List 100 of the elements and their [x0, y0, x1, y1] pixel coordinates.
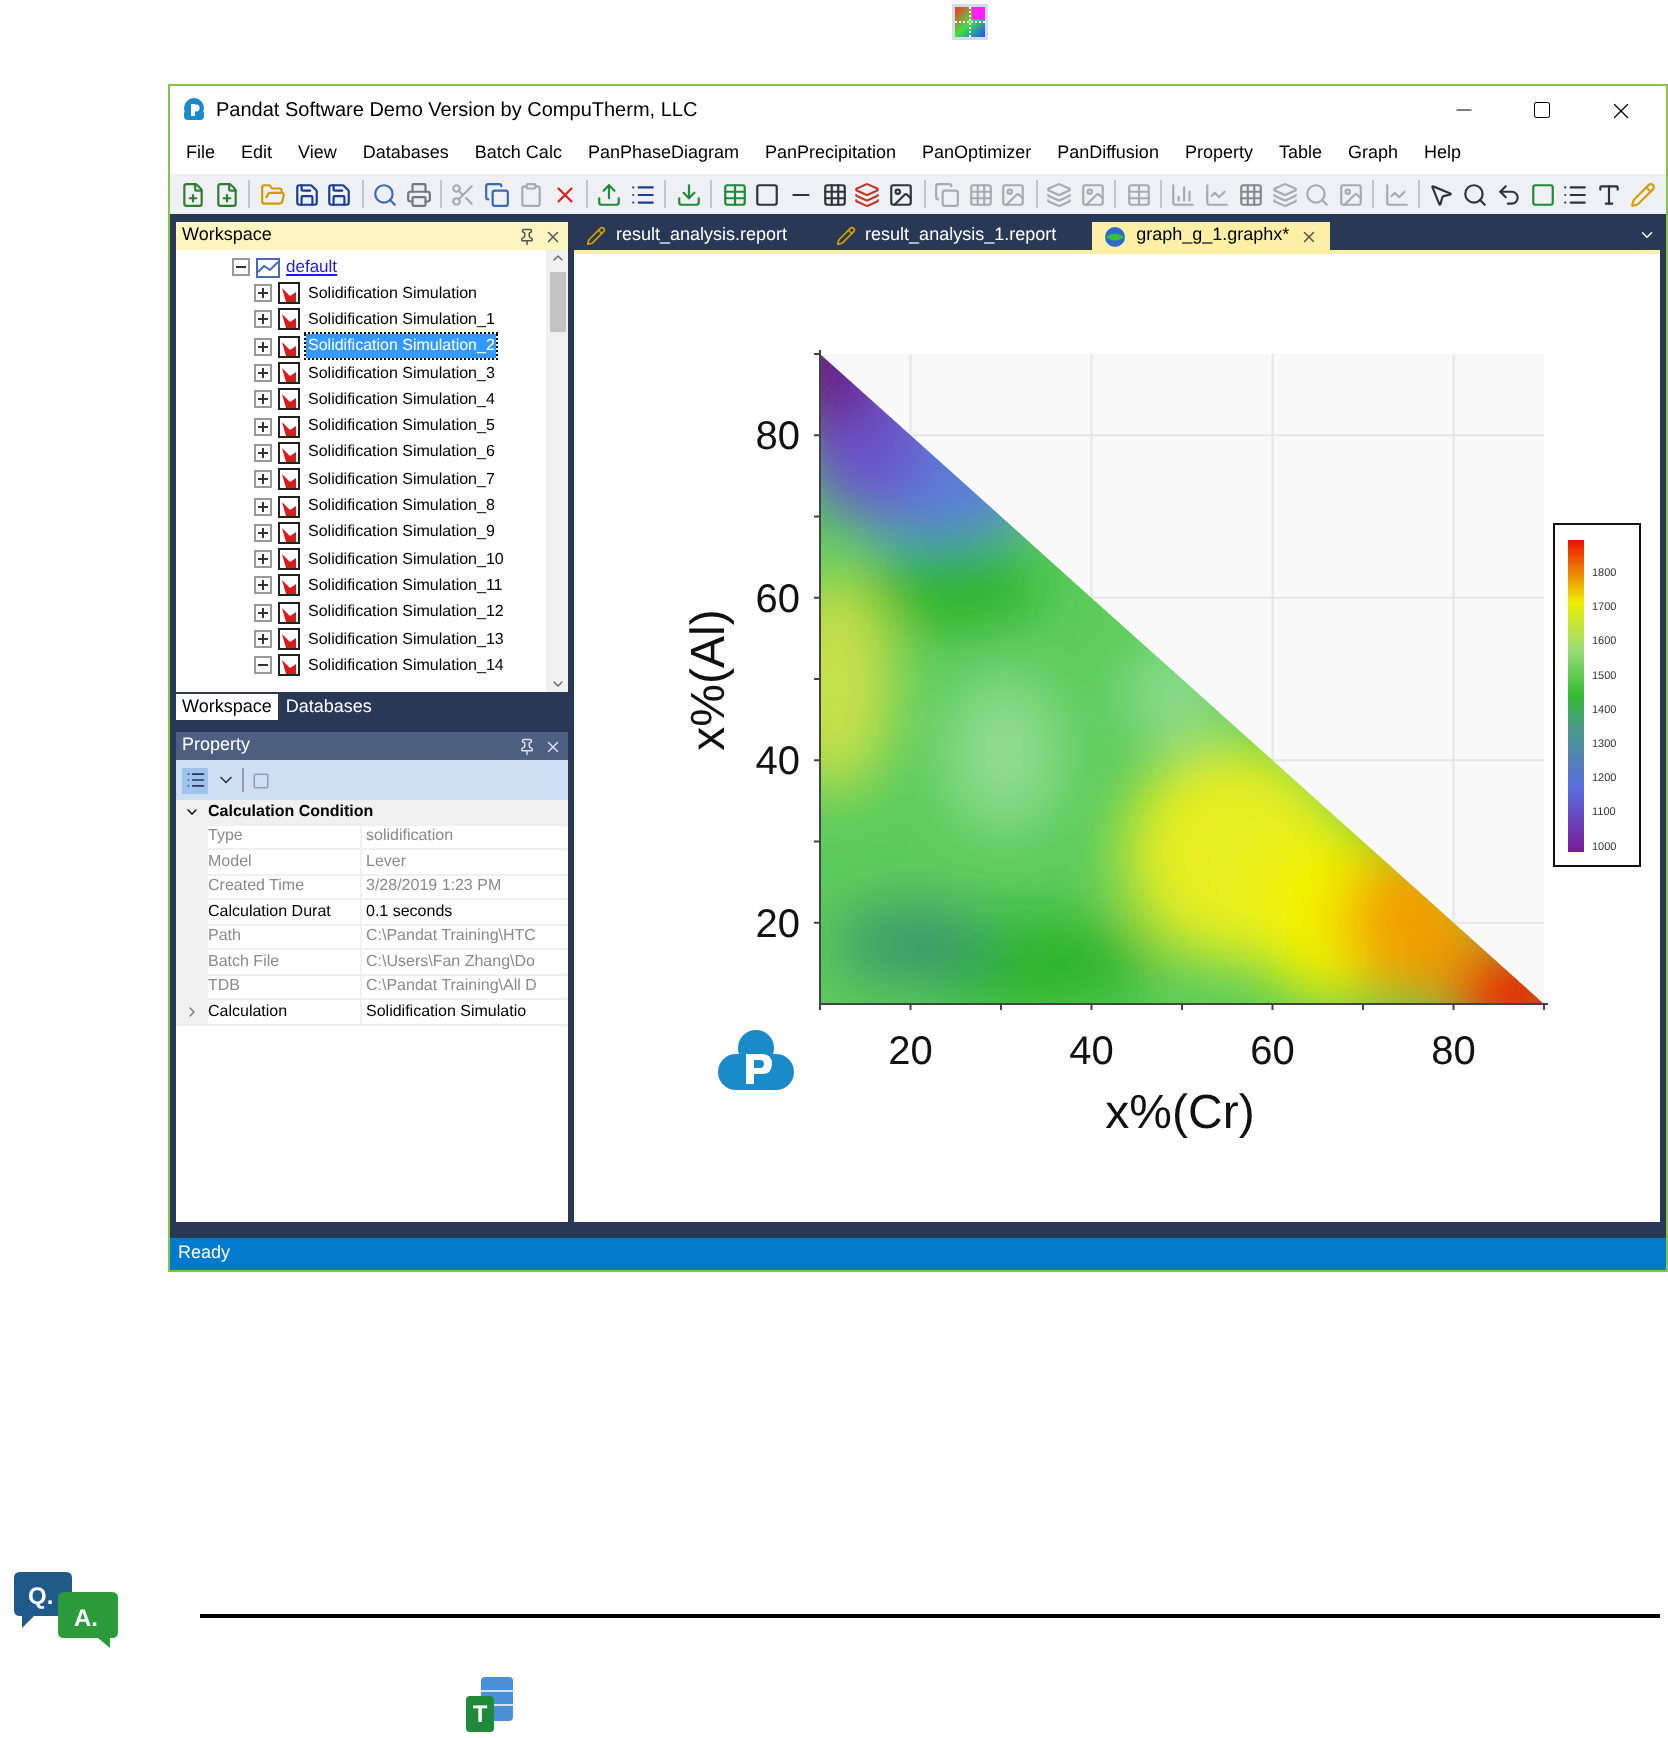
layers-icon[interactable]: [852, 178, 884, 210]
collapse-icon[interactable]: [232, 258, 250, 276]
simulation-icon: [278, 335, 300, 358]
expand-icon[interactable]: [254, 443, 272, 462]
dropdown-icon[interactable]: [1638, 226, 1656, 244]
tree-item[interactable]: Solidification Simulation: [306, 281, 479, 306]
property-name: Type: [208, 825, 362, 850]
save-icon[interactable]: [323, 178, 356, 210]
tree-item[interactable]: Solidification Simulation_8: [306, 494, 497, 519]
menu-item[interactable]: Edit: [241, 140, 273, 168]
property-value: 3/28/2019 1:23 PM: [362, 875, 568, 900]
square-icon[interactable]: [751, 178, 784, 210]
menu-item[interactable]: Databases: [362, 140, 449, 168]
pin-icon[interactable]: [518, 227, 536, 245]
tree-item[interactable]: Solidification Simulation_14: [306, 653, 506, 678]
menu-item[interactable]: Graph: [1347, 140, 1398, 168]
expand-icon[interactable]: [254, 310, 272, 329]
maximize-icon[interactable]: [1532, 100, 1552, 120]
menu-item[interactable]: PanPhaseDiagram: [587, 140, 739, 168]
expand-icon[interactable]: [254, 576, 272, 595]
search-icon[interactable]: [369, 178, 401, 210]
expand-icon[interactable]: [254, 390, 272, 409]
tree-item[interactable]: Solidification Simulation_9: [306, 520, 497, 545]
document-tab[interactable]: result_analysis_1.report: [823, 222, 1069, 250]
image-icon[interactable]: [885, 178, 918, 210]
collapse-icon[interactable]: [254, 656, 272, 675]
property-value: Solidification Simulatio: [362, 1000, 568, 1025]
simulation-icon: [278, 308, 300, 331]
tree-item[interactable]: Solidification Simulation_5: [306, 414, 497, 439]
expand-icon[interactable]: [254, 550, 272, 569]
close-icon[interactable]: [544, 227, 562, 245]
simulation-icon: [278, 468, 300, 491]
menu-item[interactable]: Batch Calc: [474, 140, 562, 168]
pin-icon[interactable]: [518, 737, 536, 755]
menu-item[interactable]: Table: [1278, 140, 1322, 168]
property-name: Calculation Durat: [208, 900, 362, 925]
copy-icon[interactable]: [481, 178, 514, 210]
expand-icon[interactable]: [254, 364, 272, 383]
expand-icon[interactable]: [254, 337, 272, 356]
grid-icon[interactable]: [818, 178, 851, 210]
tree-item[interactable]: Solidification Simulation_10: [306, 547, 506, 572]
menu-item[interactable]: Property: [1184, 140, 1253, 168]
tree-item[interactable]: Solidification Simulation_7: [306, 467, 497, 492]
menu-item[interactable]: PanDiffusion: [1057, 140, 1159, 168]
simulation-icon: [278, 441, 300, 464]
menu-item[interactable]: View: [298, 140, 337, 168]
scroll-down-icon[interactable]: [549, 676, 565, 692]
tree-item[interactable]: Solidification Simulation_1: [306, 307, 497, 332]
x-tick-label: 40: [1069, 1030, 1114, 1074]
expand-icon[interactable]: [254, 603, 272, 622]
simulation-icon: [278, 521, 300, 544]
scrollbar[interactable]: [546, 250, 568, 692]
menu-item[interactable]: Help: [1424, 140, 1462, 168]
tree-item[interactable]: Solidification Simulation_6: [306, 440, 497, 465]
scroll-up-icon[interactable]: [549, 250, 565, 266]
expand-icon[interactable]: [254, 497, 272, 516]
menu-item[interactable]: File: [186, 140, 216, 168]
save-icon[interactable]: [290, 178, 322, 210]
panel-tab[interactable]: Databases: [279, 694, 378, 720]
y-tick-label: 20: [755, 902, 800, 947]
menu-item[interactable]: PanOptimizer: [922, 140, 1032, 168]
expand-icon[interactable]: [254, 523, 272, 542]
document-tab[interactable]: result_analysis.report: [574, 222, 800, 250]
search-icon[interactable]: [1459, 178, 1492, 210]
y-axis-title: x%(Al): [682, 609, 736, 751]
category-label: Calculation Condition: [208, 800, 374, 825]
expand-icon[interactable]: [254, 417, 272, 436]
table-icon[interactable]: [718, 178, 750, 210]
expand-icon[interactable]: [254, 470, 272, 489]
tab-label: result_analysis_1.report: [865, 222, 1057, 249]
y-tick-label: 40: [755, 740, 800, 785]
tree-item[interactable]: Solidification Simulation_12: [306, 600, 506, 625]
simulation-icon: [278, 415, 300, 438]
download-icon[interactable]: [672, 178, 705, 210]
print-icon[interactable]: [402, 178, 435, 210]
tree-item[interactable]: Solidification Simulation_4: [306, 387, 497, 412]
menu-item[interactable]: PanPrecipitation: [765, 140, 897, 168]
panel-tab[interactable]: Workspace: [176, 694, 278, 720]
tree-item[interactable]: Solidification Simulation_3: [306, 361, 497, 386]
property-value: C:\Pandat Training\All D: [362, 975, 568, 1000]
simulation-icon: [278, 362, 300, 385]
question-mark-text: Q.: [28, 1582, 54, 1610]
property-value: 0.1 seconds: [362, 900, 568, 925]
simulation-icon: [278, 388, 300, 411]
new-file-icon[interactable]: [211, 178, 243, 210]
pencil-icon: [586, 226, 606, 246]
tree-item[interactable]: Solidification Simulation_11: [306, 573, 505, 598]
scrollbar-thumb[interactable]: [549, 272, 565, 332]
property-name: Created Time: [208, 875, 362, 900]
tab-label: graph_g_1.graphx*: [1136, 222, 1290, 249]
logo-icon: [718, 1030, 794, 1090]
close-icon[interactable]: [1299, 227, 1318, 245]
document-tab[interactable]: graph_g_1.graphx*: [1092, 222, 1330, 250]
window-title: Pandat Software Demo Version by CompuTherm, LLC: [216, 97, 698, 125]
import-icon[interactable]: [594, 178, 626, 210]
expand-icon[interactable]: [254, 284, 272, 303]
tree-item[interactable]: Solidification Simulation_13: [306, 627, 506, 651]
expand-icon[interactable]: [254, 630, 272, 648]
property-value: solidification: [362, 825, 568, 850]
tree-item[interactable]: default: [286, 254, 338, 280]
